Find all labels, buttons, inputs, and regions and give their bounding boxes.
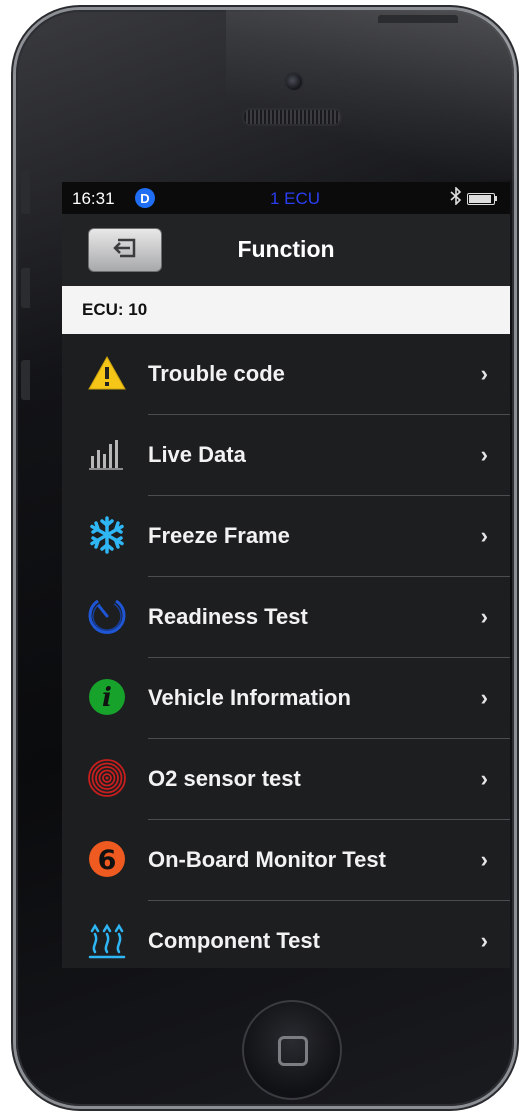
- menu-item-label: Live Data: [148, 442, 246, 467]
- bluetooth-icon: [450, 186, 462, 210]
- timer-icon: [86, 595, 128, 637]
- ecu-count-label: 1 ECU: [270, 189, 321, 208]
- power-button: [378, 15, 458, 23]
- bar-chart-icon: [86, 433, 128, 475]
- menu-item-label: Trouble code: [148, 361, 285, 386]
- menu-item-label: O2 sensor test: [148, 766, 301, 791]
- glass-reflection: [226, 10, 516, 180]
- svg-text:i: i: [102, 683, 112, 713]
- phone-frame: 16:31 D 1 ECU Function ECU: 10 Trouble c…: [16, 10, 516, 1106]
- menu-item-readiness-test[interactable]: Readiness Test ›: [62, 577, 510, 658]
- warning-icon: [86, 352, 128, 394]
- info-icon: i: [86, 676, 128, 718]
- target-rings-icon: [86, 757, 128, 799]
- navigation-bar: Function: [62, 214, 510, 286]
- chevron-right-icon: ›: [480, 847, 488, 872]
- earpiece-speaker: [242, 108, 342, 126]
- menu-item-on-board-monitor-test[interactable]: 6 On-Board Monitor Test ›: [62, 820, 510, 901]
- menu-item-label: On-Board Monitor Test: [148, 847, 386, 872]
- chevron-right-icon: ›: [480, 523, 488, 548]
- status-time: 16:31: [72, 189, 115, 208]
- svg-text:6: 6: [98, 845, 117, 876]
- menu-item-trouble-code[interactable]: Trouble code ›: [62, 334, 510, 415]
- chevron-right-icon: ›: [480, 766, 488, 791]
- menu-item-label: Component Test: [148, 928, 320, 953]
- chevron-right-icon: ›: [480, 928, 488, 953]
- ecu-header: ECU: 10: [62, 286, 510, 334]
- home-button[interactable]: [242, 1000, 342, 1100]
- function-menu: Trouble code › Live Data › Freeze Frame …: [62, 334, 510, 968]
- mute-switch: [21, 170, 30, 214]
- menu-item-label: Freeze Frame: [148, 523, 290, 548]
- volume-up-button: [21, 268, 30, 308]
- chevron-right-icon: ›: [480, 685, 488, 710]
- chevron-right-icon: ›: [480, 442, 488, 467]
- battery-icon: [467, 193, 495, 205]
- snowflake-icon: [86, 514, 128, 556]
- home-square-icon: [278, 1036, 308, 1066]
- menu-item-live-data[interactable]: Live Data ›: [62, 415, 510, 496]
- front-camera: [284, 72, 304, 92]
- chevron-right-icon: ›: [480, 604, 488, 629]
- volume-down-button: [21, 360, 30, 400]
- menu-item-component-test[interactable]: Component Test ›: [62, 901, 510, 968]
- app-screen: 16:31 D 1 ECU Function ECU: 10 Trouble c…: [62, 182, 510, 968]
- menu-item-label: Vehicle Information: [148, 685, 351, 710]
- menu-item-o2-sensor-test[interactable]: O2 sensor test ›: [62, 739, 510, 820]
- menu-item-freeze-frame[interactable]: Freeze Frame ›: [62, 496, 510, 577]
- heat-waves-icon: [86, 919, 128, 961]
- number-six-icon: 6: [86, 838, 128, 880]
- page-title: Function: [237, 236, 335, 262]
- menu-item-vehicle-information[interactable]: i Vehicle Information ›: [62, 658, 510, 739]
- status-bar: 16:31 D 1 ECU: [62, 182, 510, 214]
- connection-badge: D: [135, 188, 155, 208]
- chevron-right-icon: ›: [480, 361, 488, 386]
- menu-item-label: Readiness Test: [148, 604, 308, 629]
